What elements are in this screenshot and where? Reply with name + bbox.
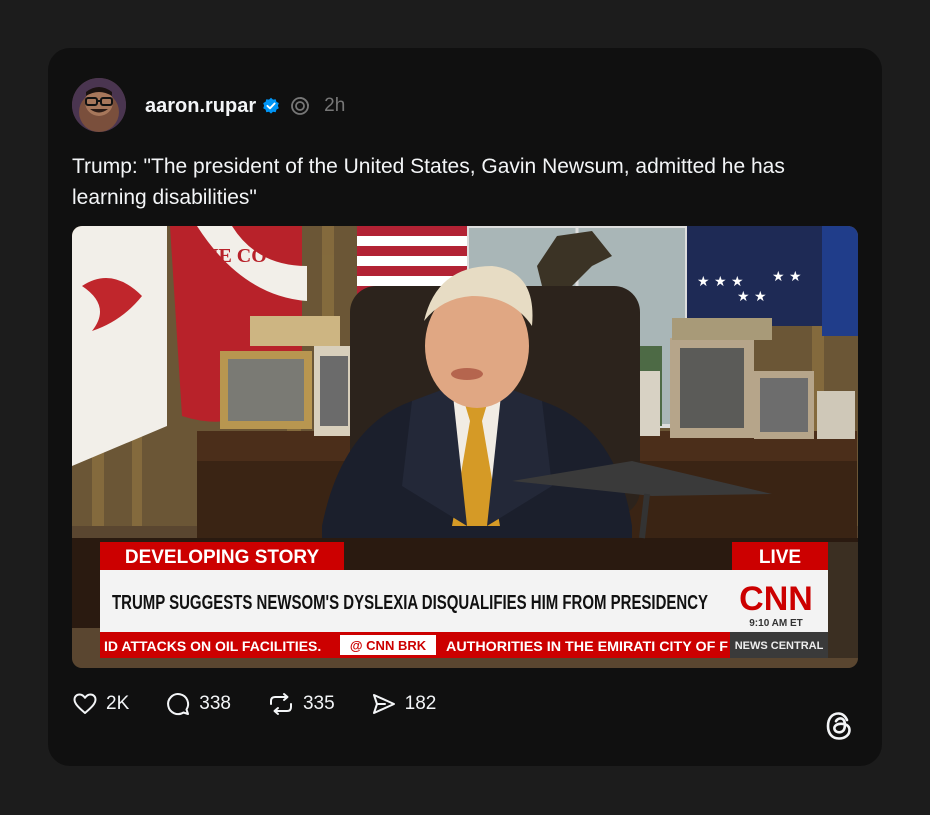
ticker-left: ID ATTACKS ON OIL FACILITIES.: [104, 638, 321, 654]
broadcast-clock: 9:10 AM ET: [749, 618, 803, 629]
repost-icon: [269, 693, 292, 715]
ticker-show: NEWS CENTRAL: [735, 640, 824, 652]
repost-count: 335: [302, 693, 335, 714]
avatar[interactable]: [72, 78, 126, 132]
comment-icon: [167, 693, 190, 716]
flag-text: NE CO: [204, 245, 267, 267]
svg-text:★ ★: ★ ★: [737, 289, 767, 305]
like-count: 2K: [106, 693, 130, 714]
live-badge: LIVE: [759, 547, 801, 568]
reply-count: 338: [199, 693, 231, 714]
like-button[interactable]: 2K: [72, 691, 129, 717]
share-button[interactable]: 182: [371, 691, 437, 717]
verified-badge-icon: [262, 97, 280, 115]
svg-text:★ ★ ★: ★ ★ ★: [697, 274, 744, 290]
svg-text:★ ★: ★ ★: [772, 269, 802, 285]
post-text: Trump: "The president of the United Stat…: [72, 155, 785, 209]
threads-ring-icon[interactable]: [290, 96, 310, 116]
repost-button[interactable]: 335: [267, 691, 335, 717]
video-frame: NE CO ★ ★ ★ ★ ★ ★ ★ DEVELOPING STORY LIV…: [72, 226, 858, 668]
cnn-logo: CNN: [739, 580, 813, 618]
send-icon: [372, 694, 395, 714]
banner-label: DEVELOPING STORY: [125, 547, 320, 568]
post-card: aaron.rupar 2h Trump: "The president of …: [48, 48, 882, 766]
share-count: 182: [404, 693, 437, 714]
chyron-headline: TRUMP SUGGESTS NEWSOM'S DYSLEXIA DISQUAL…: [112, 592, 708, 614]
heart-icon: [73, 693, 97, 714]
ticker-handle: @ CNN BRK: [350, 638, 427, 653]
post-timestamp: 2h: [324, 95, 346, 116]
ticker-right: AUTHORITIES IN THE EMIRATI CITY OF F: [446, 638, 728, 654]
username[interactable]: aaron.rupar: [145, 95, 256, 118]
post-header: aaron.rupar 2h: [145, 91, 345, 121]
reply-button[interactable]: 338: [165, 691, 231, 717]
post-actions: 2K 338 335 182: [72, 691, 472, 717]
post-video[interactable]: NE CO ★ ★ ★ ★ ★ ★ ★ DEVELOPING STORY LIV…: [72, 226, 858, 668]
threads-logo-icon[interactable]: [821, 708, 857, 744]
